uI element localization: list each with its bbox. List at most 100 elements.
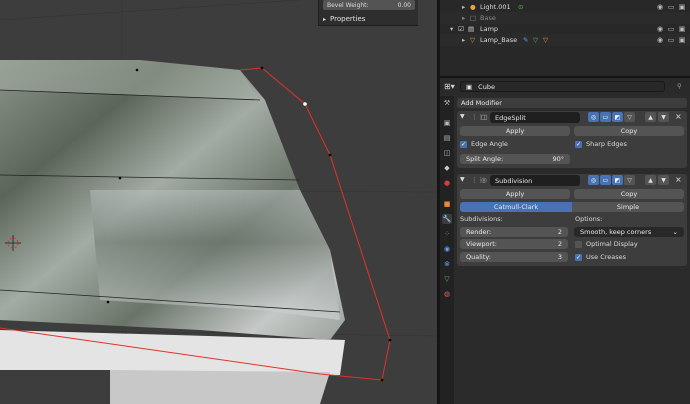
expand-icon[interactable]: ▸ bbox=[462, 3, 465, 11]
object-icon: ▣ bbox=[466, 82, 473, 91]
chevron-right-icon: ▸ bbox=[323, 15, 327, 23]
3d-viewport[interactable]: Bevel Weight: 0.00 ▸ Properties bbox=[0, 0, 437, 404]
move-up-icon[interactable]: ▲ bbox=[645, 112, 656, 122]
eye-icon[interactable]: ◉ bbox=[656, 25, 664, 33]
light-data-icon: ⊙ bbox=[518, 3, 524, 11]
physics-tab-icon[interactable]: ◉ bbox=[442, 244, 452, 254]
modifier-name: Subdivision bbox=[495, 176, 533, 185]
chevron-down-icon[interactable]: ▾ bbox=[450, 25, 453, 33]
eye-icon[interactable]: ◉ bbox=[656, 36, 664, 44]
copy-button[interactable]: Copy bbox=[574, 126, 684, 136]
scene-tab-icon[interactable]: ◆ bbox=[442, 163, 452, 173]
expand-icon[interactable]: ▸ bbox=[462, 36, 465, 44]
view-layer-tab-icon[interactable]: ◫ bbox=[442, 148, 452, 158]
outliner-row-lamp-base[interactable]: ▸ ▽ Lamp_Base ✎ ▽ ▽ ◉ ▭ ▣ bbox=[440, 34, 690, 46]
apply-label: Apply bbox=[505, 127, 525, 135]
output-tab-icon[interactable]: ▤ bbox=[442, 133, 452, 143]
object-name-field[interactable]: ▣ Cube bbox=[460, 81, 665, 92]
light-bulb-icon: ● bbox=[470, 3, 476, 11]
copy-label: Copy bbox=[620, 190, 638, 198]
options-heading: Options: bbox=[575, 215, 603, 223]
monitor-icon[interactable]: ▭ bbox=[667, 25, 675, 33]
checkbox-icon[interactable]: ☑ bbox=[458, 25, 464, 33]
pin-icon[interactable]: ⚲ bbox=[677, 82, 682, 90]
apply-button[interactable]: Apply bbox=[460, 189, 570, 199]
outliner-item-label: Lamp_Base bbox=[480, 36, 518, 44]
add-modifier-label: Add Modifier bbox=[461, 99, 502, 107]
material-icon: ▽ bbox=[543, 36, 548, 44]
empty-icon: □ bbox=[470, 14, 477, 22]
move-down-icon[interactable]: ▼ bbox=[658, 112, 669, 122]
editor-type-icon[interactable]: ⊞▾ bbox=[444, 82, 455, 91]
outliner-item-label: Lamp bbox=[480, 25, 499, 33]
edgesplit-modifier-icon: ◫ bbox=[481, 113, 488, 121]
modifier-name: EdgeSplit bbox=[495, 113, 526, 122]
copy-label: Copy bbox=[620, 127, 638, 135]
camera-render-icon[interactable]: ◎ bbox=[588, 112, 599, 122]
quality-field[interactable]: Quality: 3 bbox=[460, 252, 568, 262]
simple-toggle[interactable]: Simple bbox=[572, 202, 684, 212]
modifier-name-field[interactable]: Subdivision bbox=[490, 175, 580, 186]
monitor-icon[interactable]: ▭ bbox=[667, 36, 675, 44]
render-tab-icon[interactable]: ▣ bbox=[442, 118, 452, 128]
edge-angle-checkbox[interactable]: ✓ bbox=[460, 141, 467, 148]
use-creases-label: Use Creases bbox=[586, 253, 627, 261]
subdivision-modifier-icon: ◎ bbox=[481, 176, 487, 184]
outliner: ▸ ● Light.001 ⊙ ◉ ▭ ▣ ▸ □ Base ▾ ☑ ▤ Lamp … bbox=[440, 0, 690, 76]
properties-panel-header[interactable]: ▸ Properties bbox=[323, 14, 365, 24]
vertex-triangle-icon[interactable]: ▽ bbox=[624, 112, 635, 122]
world-tab-icon[interactable]: ● bbox=[442, 178, 452, 188]
close-icon[interactable]: × bbox=[675, 175, 682, 184]
move-up-icon[interactable]: ▲ bbox=[645, 175, 656, 185]
expand-icon[interactable]: ▸ bbox=[462, 14, 465, 22]
properties-label: Properties bbox=[330, 15, 366, 23]
wrench-icon: ✎ bbox=[523, 36, 529, 44]
move-down-icon[interactable]: ▼ bbox=[658, 175, 669, 185]
chevron-down-icon[interactable]: ▼ bbox=[460, 176, 465, 183]
add-modifier-dropdown[interactable]: Add Modifier bbox=[457, 98, 687, 108]
viewport-levels-field[interactable]: Viewport: 2 bbox=[460, 239, 568, 249]
particles-tab-icon[interactable]: ⁘ bbox=[442, 229, 452, 239]
constraints-tab-icon[interactable]: ⊗ bbox=[442, 259, 452, 269]
optimal-display-checkbox[interactable] bbox=[575, 241, 582, 248]
monitor-icon[interactable]: ▭ bbox=[600, 175, 611, 185]
uv-smooth-dropdown[interactable]: Smooth, keep corners ⌄ bbox=[574, 227, 684, 237]
object-name: Cube bbox=[478, 82, 495, 91]
sharp-edges-label: Sharp Edges bbox=[586, 140, 627, 148]
apply-button[interactable]: Apply bbox=[460, 126, 570, 136]
camera-icon[interactable]: ▣ bbox=[678, 3, 686, 11]
vertex-triangle-icon[interactable]: ▽ bbox=[624, 175, 635, 185]
optimal-display-label: Optimal Display bbox=[586, 240, 638, 248]
viewport-label: Viewport: bbox=[466, 240, 497, 248]
bevel-weight-field[interactable]: Bevel Weight: 0.00 bbox=[323, 0, 415, 10]
copy-button[interactable]: Copy bbox=[574, 189, 684, 199]
editmode-icon[interactable]: ◩ bbox=[612, 112, 623, 122]
split-angle-slider[interactable]: Split Angle: 90° bbox=[460, 154, 570, 164]
camera-icon[interactable]: ▣ bbox=[678, 36, 686, 44]
sharp-edges-checkbox[interactable]: ✓ bbox=[575, 141, 582, 148]
use-creases-checkbox[interactable]: ✓ bbox=[575, 254, 582, 261]
camera-icon[interactable]: ▣ bbox=[678, 25, 686, 33]
close-icon[interactable]: × bbox=[675, 112, 682, 121]
render-levels-field[interactable]: Render: 2 bbox=[460, 227, 568, 237]
eye-icon[interactable]: ◉ bbox=[656, 3, 664, 11]
catmull-clark-label: Catmull-Clark bbox=[493, 203, 539, 211]
modifier-name-field[interactable]: EdgeSplit bbox=[490, 112, 580, 123]
simple-label: Simple bbox=[616, 203, 640, 211]
data-tab-icon[interactable]: ▽ bbox=[442, 274, 452, 284]
edge-angle-label: Edge Angle bbox=[471, 140, 508, 148]
monitor-icon[interactable]: ▭ bbox=[600, 112, 611, 122]
catmull-clark-toggle[interactable]: Catmull-Clark bbox=[460, 202, 572, 212]
editmode-icon[interactable]: ◩ bbox=[612, 175, 623, 185]
tool-tab-icon[interactable]: ⚒ bbox=[442, 98, 452, 108]
properties-editor: ⊞▾ ▣ Cube ⚲ ⚒ ▣ ▤ ◫ ◆ ● ■ 🔧 ⁘ ◉ ⊗ ▽ ◍ Ad… bbox=[440, 78, 690, 404]
monitor-icon[interactable]: ▭ bbox=[667, 3, 675, 11]
modifier-tab-icon[interactable]: 🔧 bbox=[442, 214, 452, 224]
object-tab-icon[interactable]: ■ bbox=[442, 199, 452, 209]
chevron-down-icon[interactable]: ▼ bbox=[460, 113, 465, 120]
properties-tabs: ⚒ ▣ ▤ ◫ ◆ ● ■ 🔧 ⁘ ◉ ⊗ ▽ ◍ bbox=[440, 96, 454, 404]
material-tab-icon[interactable]: ◍ bbox=[442, 289, 452, 299]
uv-smooth-value: Smooth, keep corners bbox=[580, 228, 652, 236]
bevel-weight-label: Bevel Weight: bbox=[327, 1, 369, 9]
camera-render-icon[interactable]: ◎ bbox=[588, 175, 599, 185]
